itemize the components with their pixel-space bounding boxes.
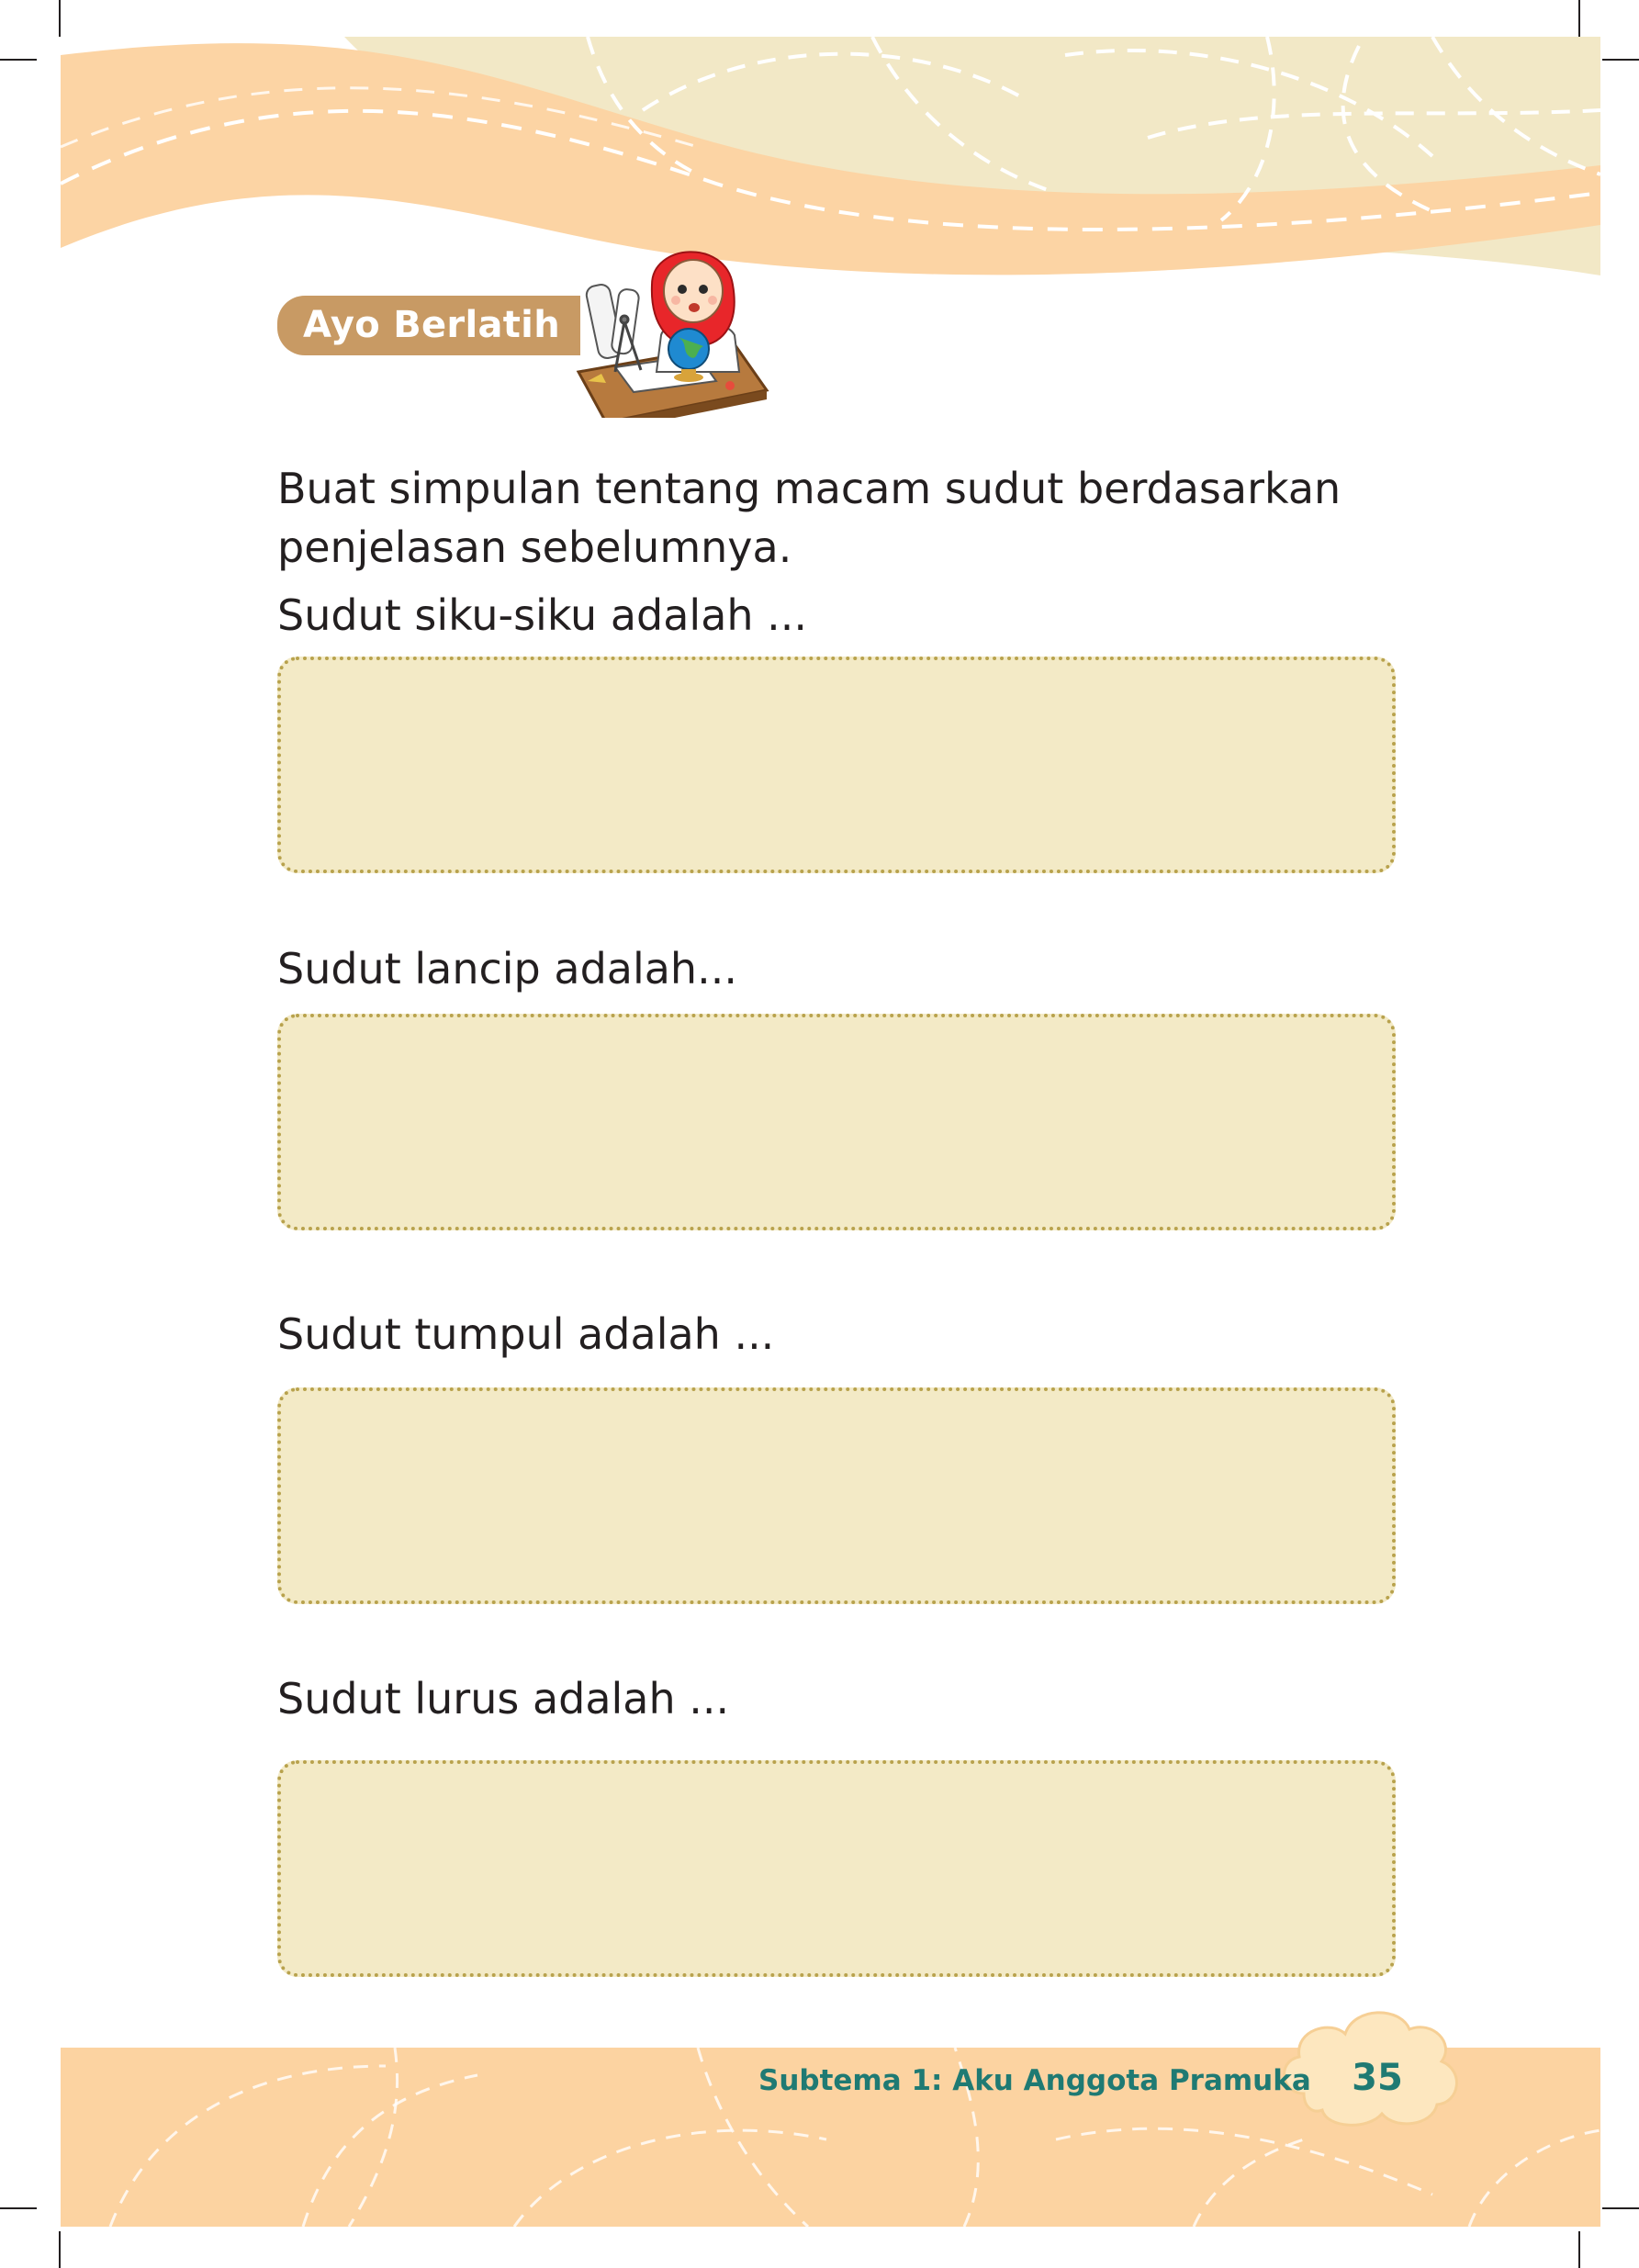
page-number: 35 bbox=[1352, 2057, 1403, 2099]
question-label: Sudut siku-siku adalah ... bbox=[277, 590, 808, 640]
question-label: Sudut tumpul adalah ... bbox=[277, 1309, 775, 1359]
question-label: Sudut lurus adalah ... bbox=[277, 1674, 730, 1723]
answer-box[interactable] bbox=[277, 1387, 1396, 1604]
instruction-text: Buat simpulan tentang macam sudut berdas… bbox=[277, 464, 1342, 572]
answer-box[interactable] bbox=[277, 657, 1396, 873]
girl-mascot-icon bbox=[576, 251, 769, 418]
crop-mark bbox=[1602, 2207, 1639, 2209]
answer-box[interactable] bbox=[277, 1760, 1396, 1977]
crop-mark bbox=[1578, 2231, 1580, 2268]
crop-mark bbox=[59, 2231, 61, 2268]
section-badge: Ayo Berlatih bbox=[277, 296, 580, 355]
answer-box[interactable] bbox=[277, 1014, 1396, 1230]
paper-roll-icon bbox=[585, 284, 640, 359]
header-wave-decoration bbox=[60, 36, 1601, 275]
footer-subtema: Subtema 1: Aku Anggota Pramuka bbox=[758, 2064, 1311, 2097]
question-label: Sudut lancip adalah... bbox=[277, 944, 737, 994]
crop-mark bbox=[0, 2207, 37, 2209]
